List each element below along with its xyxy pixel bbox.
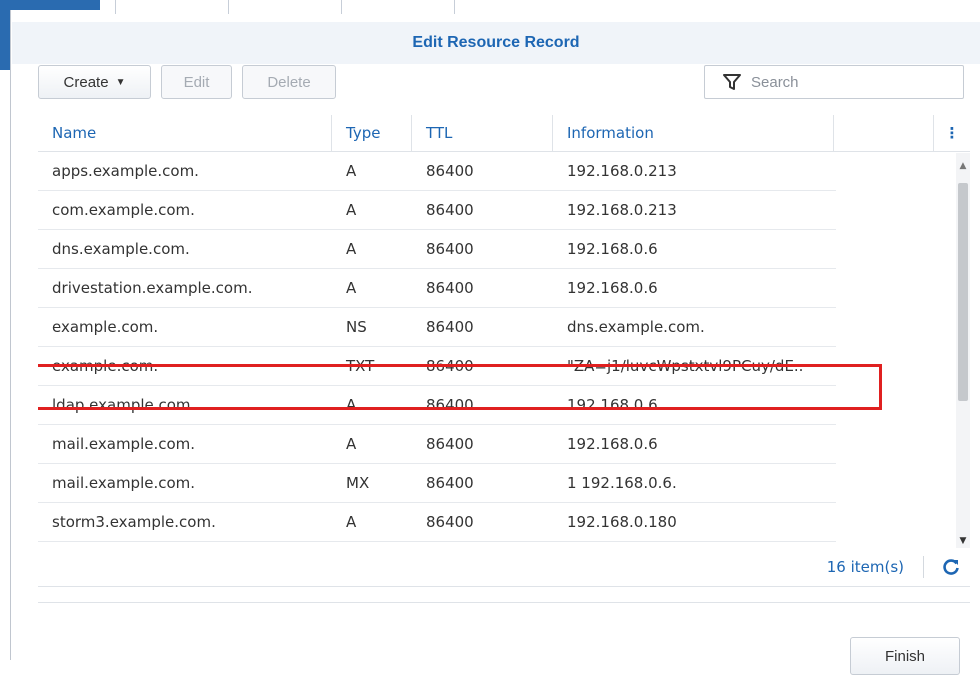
cell-ttl: 86400	[426, 513, 474, 531]
item-count: 16 item(s)	[826, 558, 904, 576]
delete-button-label: Delete	[267, 73, 311, 91]
column-header-information[interactable]: Information	[553, 115, 834, 151]
cell-ttl: 86400	[426, 435, 474, 453]
cell-name: dns.example.com.	[52, 240, 190, 258]
background-tab	[341, 0, 454, 14]
cell-type: A	[346, 279, 357, 297]
cell-information: 1 192.168.0.6.	[567, 474, 677, 492]
edit-resource-record-dialog: Edit Resource Record Create ▼ Edit Delet…	[12, 22, 980, 675]
finish-button-label: Finish	[884, 647, 925, 665]
cell-type: MX	[346, 474, 370, 492]
search-input[interactable]	[749, 72, 953, 92]
cell-information: 192.168.0.180	[567, 513, 677, 531]
grid-rows: apps.example.com. A 86400 192.168.0.213 …	[38, 152, 882, 542]
background-toolbar	[115, 0, 567, 14]
background-tab	[454, 0, 567, 14]
toolbar: Create ▼ Edit Delete	[38, 65, 964, 103]
cell-name: mail.example.com.	[52, 474, 196, 492]
cell-information: dns.example.com.	[567, 318, 705, 336]
edit-button-label: Edit	[183, 73, 210, 91]
table-row[interactable]: com.example.com. A 86400 192.168.0.213	[38, 191, 836, 230]
cell-ttl: 86400	[426, 240, 474, 258]
background-tab	[228, 0, 341, 14]
refresh-icon[interactable]	[942, 558, 960, 576]
table-row-highlighted-txt[interactable]: example.com. TXT 86400 "ZA=j1/luvcWpstxt…	[38, 347, 836, 386]
cell-name: example.com.	[52, 318, 159, 336]
cell-type: A	[346, 240, 357, 258]
table-row[interactable]: dns.example.com. A 86400 192.168.0.6	[38, 230, 836, 269]
cell-name: drivestation.example.com.	[52, 279, 253, 297]
background-edge-accent	[0, 10, 10, 70]
cell-information: 192.168.0.6	[567, 240, 658, 258]
cell-ttl: 86400	[426, 201, 474, 219]
cell-ttl: 86400	[426, 474, 474, 492]
cell-information: 192.168.0.6	[567, 279, 658, 297]
cell-type: A	[346, 396, 357, 414]
scrollbar-thumb[interactable]	[958, 183, 968, 401]
table-row[interactable]: storm3.example.com. A 86400 192.168.0.18…	[38, 503, 836, 542]
cell-type: A	[346, 435, 357, 453]
column-menu-icon[interactable]: ⋮	[934, 115, 970, 151]
cell-type: A	[346, 201, 357, 219]
column-header-type[interactable]: Type	[332, 115, 412, 151]
edit-button[interactable]: Edit	[161, 65, 232, 99]
cell-ttl: 86400	[426, 357, 474, 375]
scroll-down-icon[interactable]: ▼	[956, 534, 970, 548]
search-box[interactable]	[704, 65, 964, 99]
cell-information: 192.168.0.6	[567, 396, 658, 414]
column-header-blank	[834, 115, 934, 151]
dialog-title: Edit Resource Record	[412, 34, 580, 51]
cell-information: 192.168.0.6	[567, 435, 658, 453]
cell-information: "ZA=j1/luvcWpstxtvl9PCuy/dE..	[567, 357, 804, 375]
column-header-ttl[interactable]: TTL	[412, 115, 553, 151]
grid-header: Name Type TTL Information ⋮	[38, 115, 970, 152]
background-tab	[115, 0, 228, 14]
cell-ttl: 86400	[426, 279, 474, 297]
cell-name: ldap.example.com.	[52, 396, 196, 414]
table-row[interactable]: drivestation.example.com. A 86400 192.16…	[38, 269, 836, 308]
background-accent	[0, 0, 100, 10]
cell-ttl: 86400	[426, 396, 474, 414]
status-separator	[923, 556, 924, 578]
cell-information: 192.168.0.213	[567, 162, 677, 180]
cell-name: mail.example.com.	[52, 435, 196, 453]
cell-name: apps.example.com.	[52, 162, 199, 180]
create-button-label: Create	[63, 73, 109, 91]
cell-type: TXT	[346, 357, 375, 375]
delete-button[interactable]: Delete	[242, 65, 336, 99]
cell-name: com.example.com.	[52, 201, 195, 219]
chevron-down-icon: ▼	[115, 76, 126, 88]
dialog-header: Edit Resource Record	[12, 22, 980, 64]
create-button[interactable]: Create ▼	[38, 65, 151, 99]
column-header-name[interactable]: Name	[38, 115, 332, 151]
table-row[interactable]: mail.example.com. MX 86400 1 192.168.0.6…	[38, 464, 836, 503]
background-window-strip	[0, 0, 980, 22]
cell-type: A	[346, 513, 357, 531]
grid-status-bar: 16 item(s)	[38, 548, 970, 587]
cell-name: storm3.example.com.	[52, 513, 216, 531]
background-window-edge	[0, 10, 11, 660]
table-row[interactable]: example.com. NS 86400 dns.example.com.	[38, 308, 836, 347]
cell-type: NS	[346, 318, 367, 336]
table-row[interactable]: ldap.example.com. A 86400 192.168.0.6	[38, 386, 836, 425]
vertical-scrollbar[interactable]: ▲ ▼	[956, 153, 970, 548]
finish-button[interactable]: Finish	[850, 637, 960, 675]
cell-information: 192.168.0.213	[567, 201, 677, 219]
cell-ttl: 86400	[426, 162, 474, 180]
cell-name: example.com.	[52, 357, 159, 375]
footer-divider	[38, 602, 970, 603]
scroll-up-icon[interactable]: ▲	[956, 159, 970, 173]
cell-type: A	[346, 162, 357, 180]
table-row[interactable]: apps.example.com. A 86400 192.168.0.213	[38, 152, 836, 191]
resource-record-grid: Name Type TTL Information ⋮ apps.example…	[38, 115, 970, 548]
cell-ttl: 86400	[426, 318, 474, 336]
filter-icon	[723, 74, 741, 90]
table-row[interactable]: mail.example.com. A 86400 192.168.0.6	[38, 425, 836, 464]
